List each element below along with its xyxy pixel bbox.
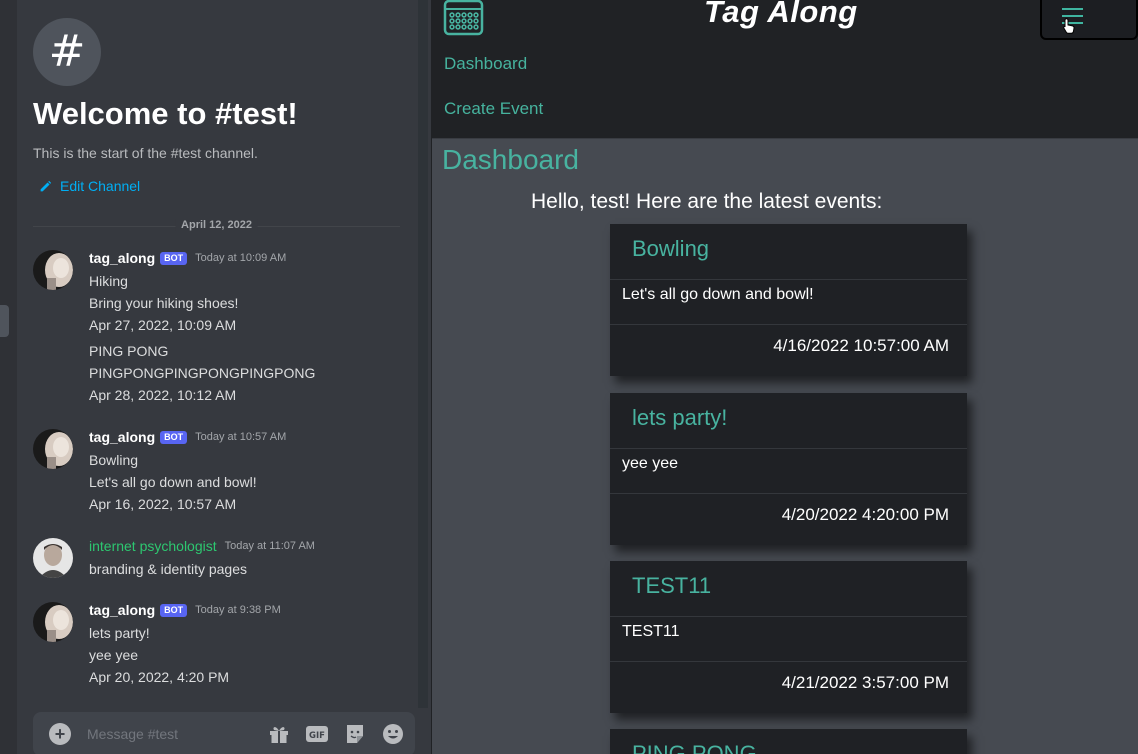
event-card[interactable]: lets party! yee yee 4/20/2022 4:20:00 PM	[610, 393, 967, 545]
message-line: Bring your hiking shoes!	[89, 295, 239, 311]
event-description: TEST11	[610, 617, 967, 662]
gift-icon[interactable]	[267, 722, 291, 746]
event-card[interactable]: Bowling Let's all go down and bowl! 4/16…	[610, 224, 967, 376]
gif-icon[interactable]: GIF	[305, 722, 329, 746]
message-line: lets party!	[89, 625, 150, 641]
username[interactable]: tag_along	[89, 250, 155, 266]
menu-toggle-button[interactable]	[1040, 0, 1138, 40]
message-line: Let's all go down and bowl!	[89, 474, 257, 490]
username[interactable]: tag_along	[89, 602, 155, 618]
date-divider-label: April 12, 2022	[175, 219, 258, 231]
event-title: lets party!	[610, 393, 967, 449]
timestamp: Today at 10:09 AM	[195, 252, 287, 264]
scroll-indicator	[0, 305, 9, 337]
bot-tag: BOT	[160, 251, 188, 265]
message-line: Apr 27, 2022, 10:09 AM	[89, 317, 237, 333]
bot-tag: BOT	[160, 603, 188, 617]
timestamp: Today at 10:57 AM	[195, 431, 287, 443]
nav-create-event[interactable]: Create Event	[444, 99, 543, 119]
username[interactable]: internet psychologist	[89, 538, 217, 554]
chat-scrollbar[interactable]	[418, 0, 428, 708]
app-header: Tag Along Dashboard Create Event	[432, 0, 1138, 139]
emoji-icon[interactable]	[381, 722, 405, 746]
chat-pane: # Welcome to #test! This is the start of…	[17, 0, 431, 754]
event-date: 4/16/2022 10:57:00 AM	[773, 336, 949, 355]
greeting: Hello, test! Here are the latest events:	[531, 190, 883, 213]
event-card[interactable]: TEST11 TEST11 4/21/2022 3:57:00 PM	[610, 561, 967, 713]
message-input[interactable]: Message #test	[87, 726, 267, 742]
plus-icon[interactable]: +	[49, 723, 71, 745]
timestamp: Today at 9:38 PM	[195, 604, 281, 616]
event-description: yee yee	[610, 449, 967, 494]
bot-tag: BOT	[160, 430, 188, 444]
message-line: branding & identity pages	[89, 561, 247, 577]
welcome-subtitle: This is the start of the #test channel.	[33, 145, 258, 161]
pencil-icon	[40, 180, 52, 191]
avatar[interactable]	[33, 538, 73, 578]
welcome-title: Welcome to #test!	[33, 96, 298, 131]
avatar[interactable]	[33, 250, 73, 290]
message-line: PINGPONGPINGPONGPINGPONG	[89, 365, 316, 381]
message-line: Hiking	[89, 273, 128, 289]
nav-dashboard[interactable]: Dashboard	[444, 54, 527, 74]
message-line: PING PONG	[89, 343, 169, 359]
calendar-icon[interactable]	[443, 0, 484, 36]
event-card[interactable]: PING PONG	[610, 729, 967, 754]
edit-channel-link[interactable]: Edit Channel	[39, 178, 140, 194]
event-title: Bowling	[610, 224, 967, 280]
message-line: Bowling	[89, 452, 139, 468]
message-composer[interactable]: + Message #test GIF	[33, 712, 415, 754]
page-title: Dashboard	[442, 144, 579, 175]
timestamp: Today at 11:07 AM	[224, 540, 315, 552]
channel-hash-icon: #	[33, 18, 101, 86]
message-line: Apr 16, 2022, 10:57 AM	[89, 496, 237, 512]
event-date: 4/21/2022 3:57:00 PM	[781, 673, 949, 692]
server-sidebar-strip	[0, 0, 17, 754]
edit-channel-label[interactable]: Edit Channel	[60, 178, 140, 194]
message-line: yee yee	[89, 647, 139, 663]
avatar[interactable]	[33, 429, 73, 469]
message-line: Apr 28, 2022, 10:12 AM	[89, 387, 237, 403]
sticker-icon[interactable]	[343, 722, 367, 746]
username[interactable]: tag_along	[89, 429, 155, 445]
date-divider: April 12, 2022	[33, 219, 400, 231]
pointer-cursor-icon	[1063, 18, 1075, 34]
event-title: PING PONG	[610, 729, 967, 754]
app-title: Tag Along	[704, 0, 858, 29]
event-title: TEST11	[610, 561, 967, 617]
event-description: Let's all go down and bowl!	[610, 280, 967, 325]
event-date: 4/20/2022 4:20:00 PM	[781, 505, 949, 524]
message-line: Apr 20, 2022, 4:20 PM	[89, 669, 230, 685]
svg-text:GIF: GIF	[309, 731, 325, 741]
tag-along-app: Tag Along Dashboard Create Event Dashboa…	[431, 0, 1138, 754]
avatar[interactable]	[33, 602, 73, 642]
